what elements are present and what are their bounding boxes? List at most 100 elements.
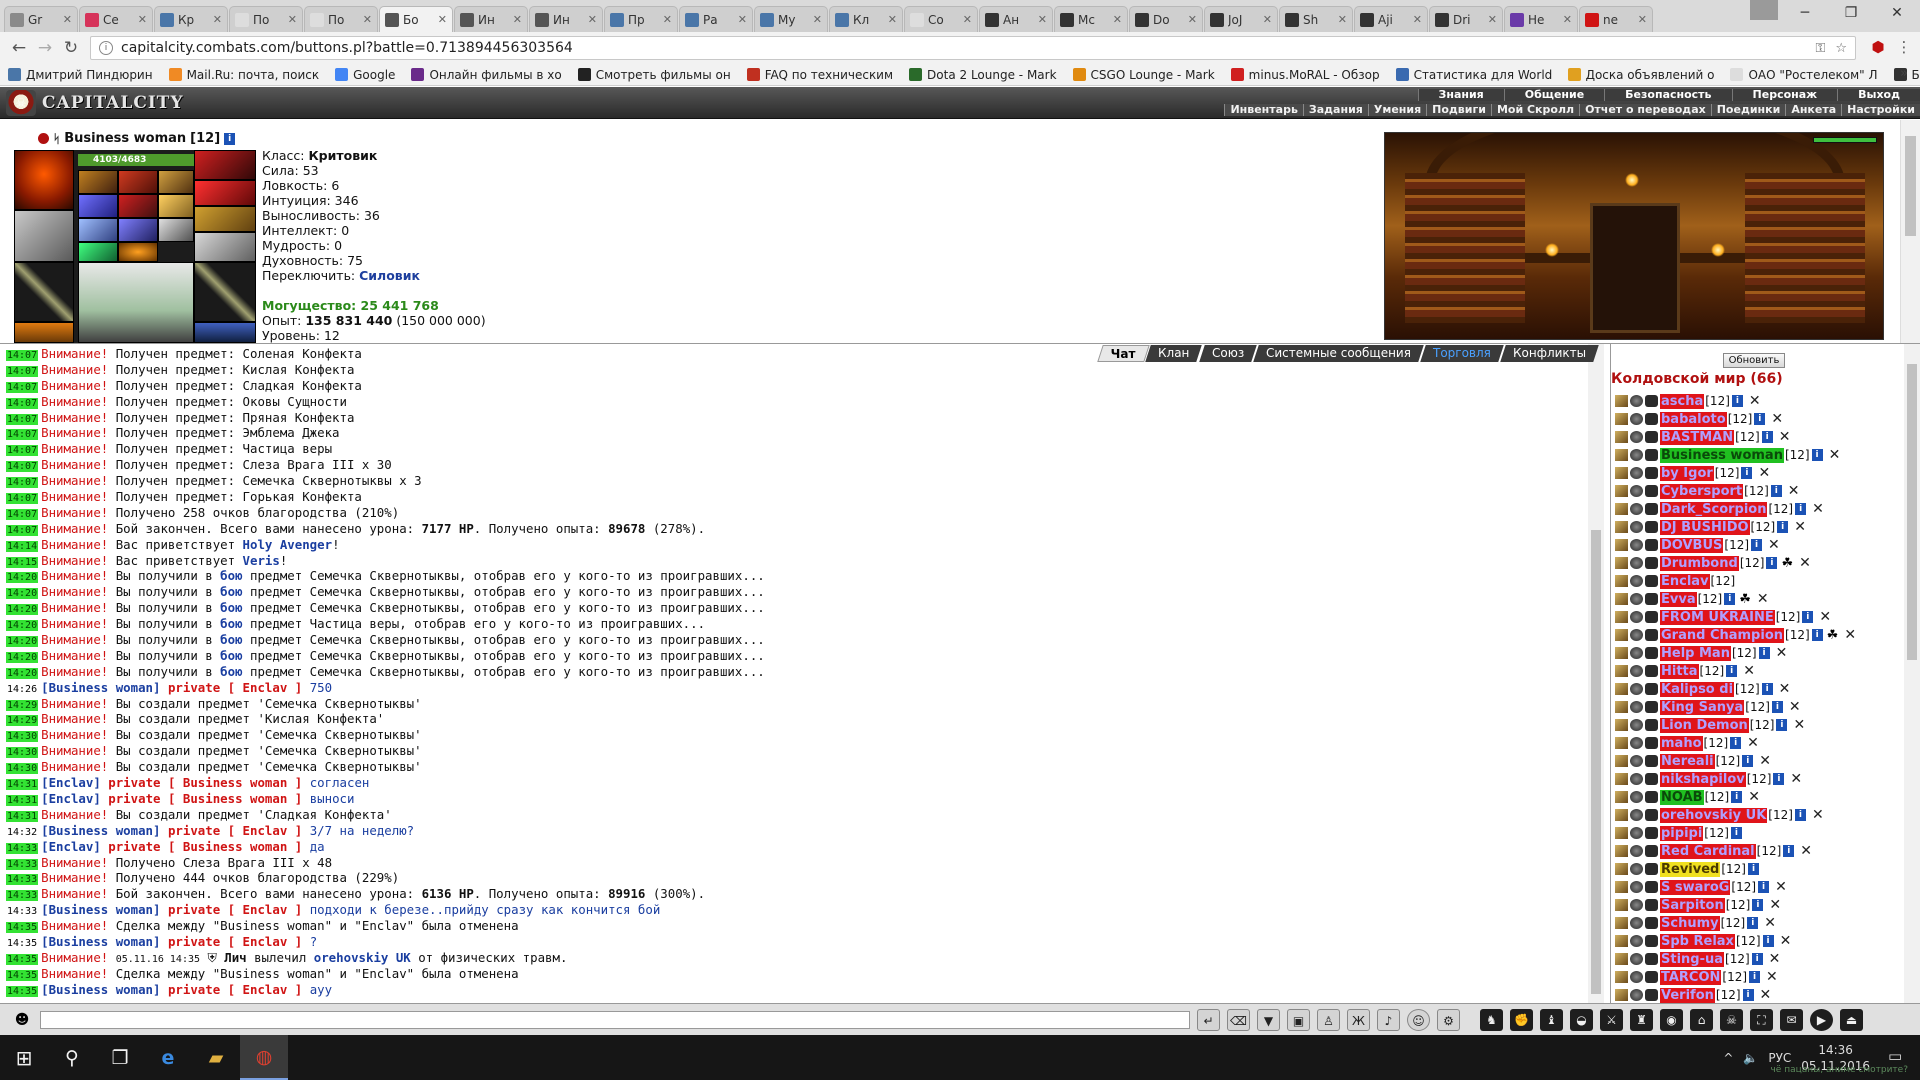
tab-close-icon[interactable]: ✕ (1638, 13, 1647, 26)
message-time[interactable]: 14:20 (6, 651, 39, 663)
tab-close-icon[interactable]: ✕ (1038, 13, 1047, 26)
emoji-icon[interactable]: ☺ (1407, 1008, 1430, 1031)
browser-tab[interactable]: Кр ✕ (154, 6, 228, 32)
clan-icon[interactable] (1645, 863, 1658, 875)
private-chat-icon[interactable] (1615, 791, 1628, 803)
private-chat-icon[interactable] (1615, 611, 1628, 623)
private-chat-icon[interactable] (1615, 719, 1628, 731)
profile-button[interactable] (1750, 0, 1778, 20)
message-time[interactable]: 14:07 (6, 493, 39, 505)
browser-tab[interactable]: Aji ✕ (1354, 6, 1428, 32)
message-time[interactable]: 14:31 (6, 779, 39, 791)
sword-icon[interactable]: ⚔ (1600, 1008, 1623, 1031)
chat-input[interactable] (40, 1010, 1190, 1029)
message-time[interactable]: 14:07 (6, 350, 39, 361)
private-label[interactable]: private (168, 934, 220, 949)
info-icon[interactable]: i (1747, 917, 1759, 929)
info-icon[interactable]: i (1761, 683, 1773, 695)
chrome-icon[interactable]: ◍ (240, 1035, 288, 1080)
info-icon[interactable]: i (1795, 503, 1807, 515)
private-chat-icon[interactable] (1615, 575, 1628, 587)
clan-icon[interactable] (1645, 737, 1658, 749)
extension-icon[interactable]: ⬢ (1868, 38, 1888, 58)
ignore-icon[interactable]: ✕ (1780, 933, 1792, 949)
user-name[interactable]: Verifon (1660, 987, 1715, 1003)
message-time[interactable]: 14:20 (6, 572, 39, 584)
target-name[interactable]: orehovskiy UK (314, 950, 411, 965)
chat-scrollbar-thumb[interactable] (1591, 530, 1601, 994)
message-time[interactable]: 14:35 (6, 938, 38, 949)
user-name[interactable]: BASTMAN (1660, 429, 1735, 445)
user-name[interactable]: DOVBUS (1660, 537, 1724, 553)
right-boots-slot[interactable] (194, 322, 256, 343)
ignore-icon[interactable]: ✕ (1812, 807, 1824, 823)
user-name[interactable]: Evva (1660, 591, 1697, 607)
bookmark-item[interactable]: Доска объявлений о (1567, 68, 1714, 82)
message-time[interactable]: 14:33 (6, 858, 39, 870)
sub-menu-item[interactable]: Подвиги (1426, 104, 1491, 116)
clan-icon[interactable] (1645, 827, 1658, 839)
clan-icon[interactable] (1645, 485, 1658, 497)
info-icon[interactable]: i (1771, 701, 1783, 713)
tab-close-icon[interactable]: ✕ (363, 13, 372, 26)
message-time[interactable]: 14:29 (6, 699, 39, 711)
tab-close-icon[interactable]: ✕ (588, 13, 597, 26)
browser-tab[interactable]: Ан ✕ (979, 6, 1053, 32)
message-time[interactable]: 14:29 (6, 715, 39, 727)
sound-icon[interactable]: ♪ (1377, 1008, 1400, 1031)
message-time[interactable]: 14:32 (6, 827, 38, 838)
message-time[interactable]: 14:33 (6, 906, 38, 917)
message-time[interactable]: 14:07 (6, 381, 39, 393)
clan-icon[interactable] (1645, 881, 1658, 893)
info-icon[interactable]: i (1730, 737, 1742, 749)
message-time[interactable]: 14:35 (6, 969, 39, 981)
info-icon[interactable]: i (1726, 665, 1738, 677)
translit-icon[interactable]: Ж (1347, 1008, 1370, 1031)
clan-icon[interactable] (1645, 593, 1658, 605)
ring-slot-2[interactable] (118, 170, 158, 194)
info-icon[interactable]: i (1731, 395, 1743, 407)
left-weapon-slot[interactable] (14, 262, 74, 322)
user-name[interactable]: Revived (1660, 861, 1721, 877)
browser-tab[interactable]: Ce ✕ (79, 6, 153, 32)
message-time[interactable]: 14:07 (6, 461, 39, 473)
info-icon[interactable]: i (1762, 935, 1774, 947)
message-time[interactable]: 14:35 (6, 922, 39, 934)
user-name[interactable]: Enclav (1660, 573, 1710, 589)
user-name[interactable]: King Sanya (1660, 699, 1745, 715)
browser-tab[interactable]: По ✕ (229, 6, 303, 32)
private-chat-icon[interactable] (1615, 971, 1628, 983)
ignore-icon[interactable]: ✕ (1764, 915, 1776, 931)
amulet-slot-2[interactable] (118, 194, 158, 218)
info-icon[interactable]: i (1751, 953, 1763, 965)
info-icon[interactable]: i (1749, 971, 1761, 983)
site-info-icon[interactable]: i (99, 41, 113, 55)
user-name[interactable]: babaloto (1660, 411, 1727, 427)
map-icon[interactable]: ⛶ (1750, 1008, 1773, 1031)
rune-slot-1[interactable] (78, 218, 118, 242)
ignore-icon[interactable]: ✕ (1776, 645, 1788, 661)
tab-close-icon[interactable]: ✕ (1263, 13, 1272, 26)
private-chat-icon[interactable] (1615, 881, 1628, 893)
chat-tab[interactable]: Чат (1096, 345, 1150, 362)
user-name[interactable]: pipipi (1660, 825, 1704, 841)
ignore-icon[interactable]: ✕ (1747, 735, 1759, 751)
message-time[interactable]: 14:33 (6, 842, 39, 854)
tab-close-icon[interactable]: ✕ (1113, 13, 1122, 26)
user-name[interactable]: Schumy (1660, 915, 1720, 931)
message-time[interactable]: 14:30 (6, 747, 39, 759)
info-icon[interactable]: i (1811, 629, 1823, 641)
info-icon[interactable]: i (1724, 593, 1736, 605)
user-name[interactable]: maho (1660, 735, 1703, 751)
info-icon[interactable]: i (1730, 827, 1742, 839)
private-chat-icon[interactable] (1615, 593, 1628, 605)
user-name[interactable]: Spb Relax (1660, 933, 1735, 949)
user-name[interactable]: DJ BUSHIDO (1660, 519, 1750, 535)
info-icon[interactable]: i (1742, 755, 1754, 767)
ignore-icon[interactable]: ✕ (1812, 501, 1824, 517)
sub-menu-item[interactable]: Инвентарь (1224, 104, 1303, 116)
belt-slot[interactable] (194, 206, 256, 232)
user-name[interactable]: Business woman (1660, 447, 1784, 463)
sender-name[interactable]: Business woman (49, 680, 153, 695)
private-label[interactable]: private (168, 982, 220, 997)
